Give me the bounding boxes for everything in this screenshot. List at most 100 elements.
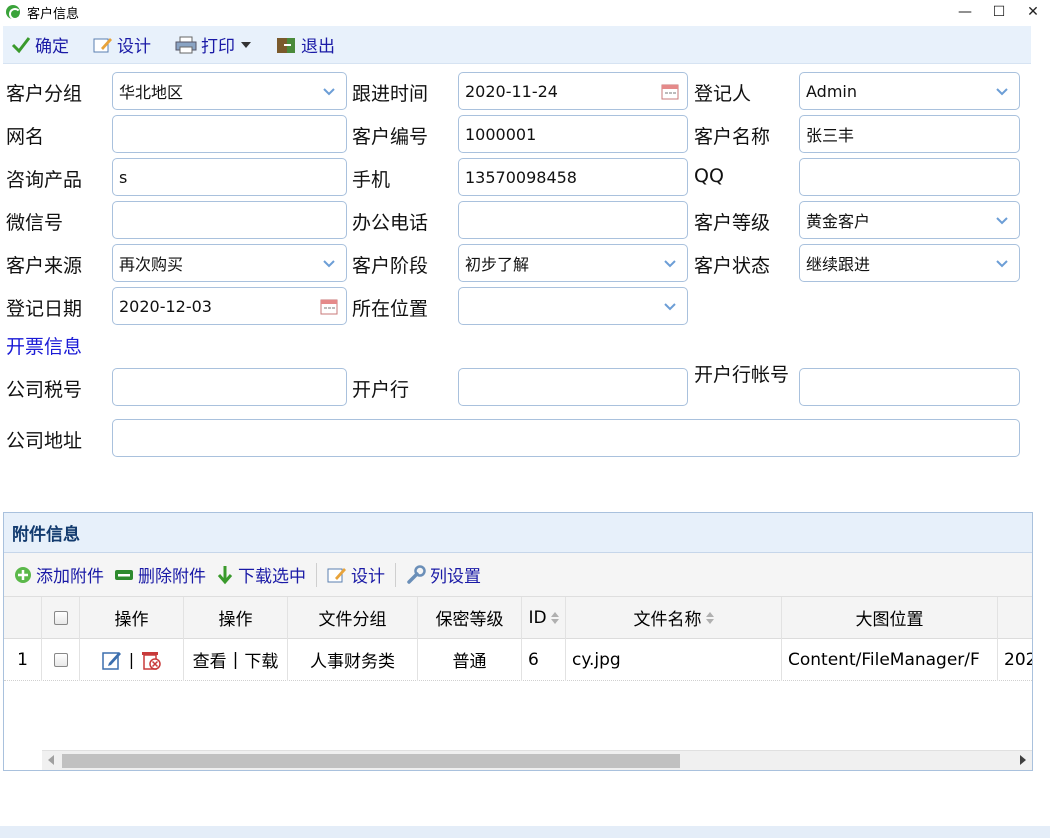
- row-checkbox[interactable]: [53, 652, 68, 667]
- select-all-checkbox[interactable]: [53, 610, 68, 625]
- netname-input[interactable]: [112, 115, 347, 153]
- reg-date-datepicker[interactable]: 2020-12-03: [112, 287, 347, 325]
- chevron-down-icon: [659, 302, 681, 311]
- download-selected-button[interactable]: 下载选中: [216, 562, 306, 587]
- design-label: 设计: [117, 37, 151, 57]
- stage-label: 客户阶段: [352, 255, 429, 277]
- tax-no-input[interactable]: [112, 368, 347, 406]
- customer-source-select[interactable]: 再次购买: [112, 244, 347, 282]
- filename-cell: cy.jpg: [566, 638, 782, 681]
- follow-time-label: 跟进时间: [352, 83, 429, 105]
- product-value: s: [119, 167, 128, 187]
- address-input[interactable]: [112, 419, 1020, 457]
- scrollbar-thumb[interactable]: [62, 754, 680, 768]
- col-header-image-path[interactable]: 大图位置: [782, 597, 998, 639]
- customer-name-input[interactable]: 张三丰: [799, 115, 1020, 153]
- registrar-value: Admin: [806, 81, 857, 101]
- registrar-select[interactable]: Admin: [799, 72, 1020, 110]
- bank-account-label: 开户行帐号: [694, 364, 790, 386]
- select-all-cell: [42, 597, 80, 639]
- invoice-section-title[interactable]: 开票信息: [6, 332, 82, 359]
- office-phone-input[interactable]: [458, 201, 688, 239]
- row-links: 查看 | 下载: [184, 638, 288, 681]
- row-action-icons: |: [80, 638, 184, 681]
- confirm-button[interactable]: 确定: [11, 32, 69, 57]
- id-cell: 6: [522, 638, 566, 681]
- bottom-border: [0, 826, 1050, 838]
- secrecy-cell: 普通: [418, 638, 522, 681]
- location-label: 所在位置: [352, 298, 429, 320]
- edit-icon[interactable]: [101, 649, 123, 671]
- scroll-right-icon[interactable]: [1020, 755, 1026, 765]
- confirm-label: 确定: [35, 37, 69, 57]
- download-arrow-icon: [217, 565, 233, 584]
- download-link[interactable]: 下载: [244, 647, 278, 672]
- attachments-toolbar: 添加附件 删除附件 下载选中 设计 列设置: [4, 553, 1032, 597]
- col-header-actions-2[interactable]: 操作: [184, 597, 288, 639]
- toolbar-divider: [316, 562, 317, 587]
- attachments-title: 附件信息: [4, 513, 1032, 553]
- file-group-cell: 人事财务类: [288, 638, 418, 681]
- chevron-down-icon: [991, 87, 1013, 96]
- customer-group-select[interactable]: 华北地区: [112, 72, 347, 110]
- edit-form-icon: [93, 37, 112, 52]
- view-link[interactable]: 查看: [193, 647, 227, 672]
- toolbar-divider: [395, 562, 396, 587]
- group-label: 客户分组: [6, 83, 83, 105]
- add-attachment-button[interactable]: 添加附件: [14, 562, 104, 587]
- delete-attachment-button[interactable]: 删除附件: [114, 562, 206, 587]
- customer-level-select[interactable]: 黄金客户: [799, 201, 1020, 239]
- sort-icon: [705, 611, 714, 624]
- customer-name-label: 客户名称: [694, 126, 771, 148]
- sort-icon: [550, 611, 559, 624]
- follow-time-value: 2020-11-24: [465, 81, 558, 101]
- netname-label: 网名: [6, 126, 45, 148]
- column-settings-button[interactable]: 列设置: [406, 562, 481, 587]
- customer-status-select[interactable]: 继续跟进: [799, 244, 1020, 282]
- bank-input[interactable]: [458, 368, 688, 406]
- customer-stage-select[interactable]: 初步了解: [458, 244, 688, 282]
- maximize-button[interactable]: ☐: [982, 0, 1016, 24]
- horizontal-scrollbar[interactable]: [42, 750, 1032, 770]
- product-input[interactable]: s: [112, 158, 347, 196]
- customer-group-value: 华北地区: [119, 83, 184, 102]
- calendar-icon[interactable]: [659, 80, 681, 102]
- col-header-id[interactable]: ID: [522, 597, 566, 639]
- col-header-actions[interactable]: 操作: [80, 597, 184, 639]
- minimize-button[interactable]: —: [948, 0, 982, 24]
- attachments-grid: 操作 操作 文件分组 保密等级 ID 文件名称 大图位置 1 | 查看 | 下载…: [4, 597, 1032, 769]
- col-header-file-group[interactable]: 文件分组: [288, 597, 418, 639]
- table-row[interactable]: 1 | 查看 | 下载 人事财务类 普通 6 cy.jpg Content/Fi…: [4, 638, 1032, 681]
- wechat-input[interactable]: [112, 201, 347, 239]
- source-label: 客户来源: [6, 255, 83, 277]
- location-select[interactable]: [458, 287, 688, 325]
- exit-button[interactable]: 退出: [275, 32, 335, 57]
- close-button[interactable]: ✕: [1016, 0, 1050, 24]
- customer-level-value: 黄金客户: [806, 212, 871, 231]
- row-number: 1: [4, 638, 42, 681]
- chevron-down-icon: [659, 259, 681, 268]
- col-header-secrecy[interactable]: 保密等级: [418, 597, 522, 639]
- mobile-input[interactable]: 13570098458: [458, 158, 688, 196]
- scroll-left-icon[interactable]: [48, 755, 54, 765]
- col-header-filename[interactable]: 文件名称: [566, 597, 782, 639]
- image-path-cell: Content/FileManager/F: [782, 638, 998, 681]
- calendar-icon[interactable]: [318, 295, 340, 317]
- bank-account-input[interactable]: [799, 368, 1020, 406]
- link-separator: |: [232, 649, 239, 670]
- qq-input[interactable]: [799, 158, 1020, 196]
- customer-no-label: 客户编号: [352, 126, 429, 148]
- delete-bin-icon[interactable]: [140, 649, 162, 671]
- grid-design-button[interactable]: 设计: [327, 562, 385, 587]
- customer-no-input[interactable]: 1000001: [458, 115, 688, 153]
- date-cell: 202: [1004, 649, 1032, 670]
- design-button[interactable]: 设计: [93, 32, 151, 57]
- print-button[interactable]: 打印: [175, 32, 251, 57]
- chevron-down-icon: [318, 87, 340, 96]
- chevron-down-icon[interactable]: [241, 41, 251, 48]
- window-titlebar: 客户信息 — ☐ ✕: [0, 0, 1050, 24]
- column-settings-label: 列设置: [430, 567, 481, 587]
- chevron-down-icon: [991, 259, 1013, 268]
- follow-time-datepicker[interactable]: 2020-11-24: [458, 72, 688, 110]
- product-label: 咨询产品: [6, 169, 83, 191]
